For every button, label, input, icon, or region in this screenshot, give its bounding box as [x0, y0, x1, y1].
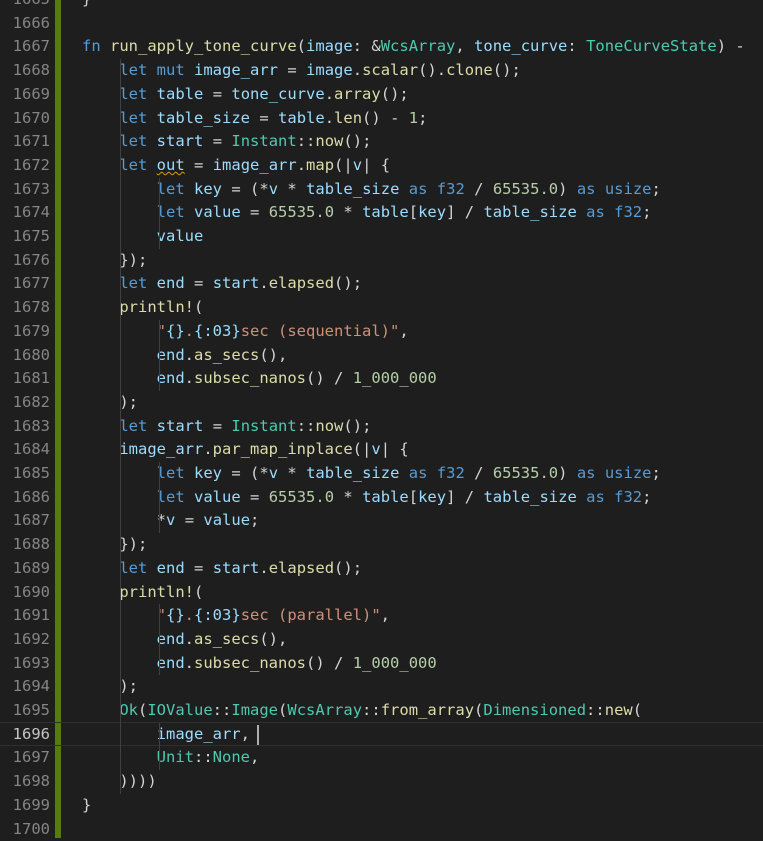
code-line[interactable]: Unit::None,	[82, 746, 259, 770]
line-number: 1690	[0, 581, 50, 605]
line-number: 1686	[0, 486, 50, 510]
line-number: 1675	[0, 225, 50, 249]
indent-guide	[159, 320, 160, 391]
line-number: 1667	[0, 35, 50, 59]
code-line[interactable]: let table_size = table.len() - 1;	[82, 107, 427, 131]
code-line[interactable]: image_arr,	[82, 723, 250, 747]
code-line[interactable]: "{}.{:03}sec (parallel)",	[82, 604, 390, 628]
git-change-indicator	[55, 0, 61, 838]
code-line[interactable]: let table = tone_curve.array();	[82, 83, 409, 107]
code-line[interactable]: let mut image_arr = image.scalar().clone…	[82, 59, 521, 83]
line-number: 1680	[0, 344, 50, 368]
code-line[interactable]: let key = (*v * table_size as f32 / 6553…	[82, 178, 661, 202]
line-number: 1673	[0, 178, 50, 202]
line-number: 1692	[0, 628, 50, 652]
line-number: 1677	[0, 272, 50, 296]
line-number: 1697	[0, 746, 50, 770]
code-line[interactable]: let start = Instant::now();	[82, 415, 371, 439]
code-line[interactable]: );	[82, 391, 138, 415]
code-line[interactable]: end.as_secs(),	[82, 344, 287, 368]
indent-guide	[159, 462, 160, 533]
line-number: 1685	[0, 462, 50, 486]
code-line[interactable]: image_arr.par_map_inplace(|v| {	[82, 438, 409, 462]
line-number: 1670	[0, 107, 50, 131]
line-number: 1691	[0, 604, 50, 628]
line-number: 1665	[0, 0, 50, 12]
line-number: 1668	[0, 59, 50, 83]
code-line[interactable]: );	[82, 675, 138, 699]
line-number: 1671	[0, 130, 50, 154]
code-line[interactable]: "{}.{:03}sec (sequential)",	[82, 320, 409, 344]
code-line[interactable]: let key = (*v * table_size as f32 / 6553…	[82, 462, 661, 486]
line-number: 1669	[0, 83, 50, 107]
line-number: 1700	[0, 818, 50, 841]
line-number: 1666	[0, 12, 50, 36]
code-line[interactable]: fn run_apply_tone_curve(image: &WcsArray…	[82, 35, 745, 59]
line-number: 1693	[0, 652, 50, 676]
code-line[interactable]: println!(	[82, 581, 203, 605]
line-number: 1694	[0, 675, 50, 699]
line-number: 1698	[0, 770, 50, 794]
indent-guide	[159, 604, 160, 675]
line-number: 1689	[0, 557, 50, 581]
code-line[interactable]: }	[82, 794, 91, 818]
line-number: 1679	[0, 320, 50, 344]
line-number: 1678	[0, 296, 50, 320]
code-line[interactable]: let start = Instant::now();	[82, 130, 371, 154]
code-line[interactable]: Ok(IOValue::Image(WcsArray::from_array(D…	[82, 699, 642, 723]
code-line[interactable]: let value = 65535.0 * table[key] / table…	[82, 201, 651, 225]
code-line[interactable]: end.subsec_nanos() / 1_000_000	[82, 652, 437, 676]
code-line[interactable]: let end = start.elapsed();	[82, 557, 362, 581]
indent-guide	[159, 723, 160, 770]
line-number: 1683	[0, 415, 50, 439]
code-line[interactable]: *v = value;	[82, 509, 259, 533]
code-line[interactable]: value	[82, 225, 203, 249]
line-number: 1681	[0, 367, 50, 391]
line-number: 1699	[0, 794, 50, 818]
code-line[interactable]: }	[82, 0, 91, 12]
line-number: 1684	[0, 438, 50, 462]
code-line[interactable]: end.as_secs(),	[82, 628, 287, 652]
code-editor[interactable]: 1665166616671668166916701671167216731674…	[0, 0, 763, 838]
code-line[interactable]: });	[82, 249, 147, 273]
code-line[interactable]: println!(	[82, 296, 203, 320]
code-line[interactable]: let out = image_arr.map(|v| {	[82, 154, 390, 178]
line-number: 1676	[0, 249, 50, 273]
code-line[interactable]: let value = 65535.0 * table[key] / table…	[82, 486, 651, 510]
line-number: 1682	[0, 391, 50, 415]
line-number: 1674	[0, 201, 50, 225]
code-line[interactable]: });	[82, 533, 147, 557]
line-number: 1695	[0, 699, 50, 723]
text-cursor	[257, 725, 259, 745]
line-number-gutter: 1665166616671668166916701671167216731674…	[0, 0, 58, 838]
line-number: 1687	[0, 509, 50, 533]
indent-guide	[159, 178, 160, 249]
line-number: 1688	[0, 533, 50, 557]
code-line[interactable]: end.subsec_nanos() / 1_000_000	[82, 367, 437, 391]
code-line[interactable]: let end = start.elapsed();	[82, 272, 362, 296]
indent-guide	[120, 59, 121, 794]
line-number: 1672	[0, 154, 50, 178]
